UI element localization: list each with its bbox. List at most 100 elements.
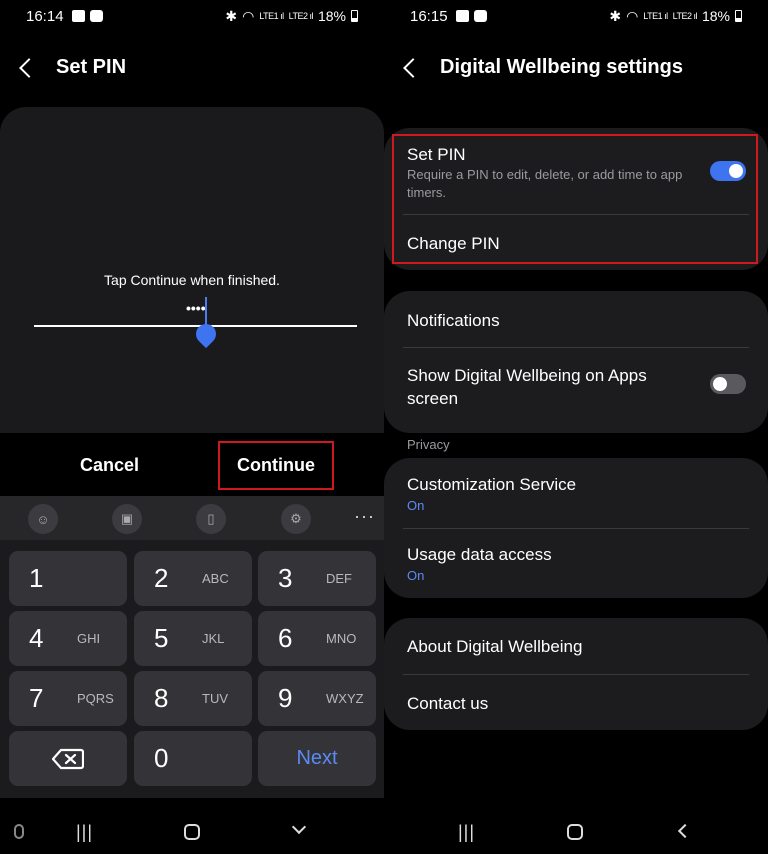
mic-icon[interactable] (14, 824, 24, 839)
key-number: 9 (278, 683, 293, 713)
key-9[interactable]: 9 WXYZ (258, 671, 376, 726)
back-icon[interactable] (403, 57, 423, 78)
back-nav-icon[interactable] (677, 823, 693, 839)
show-on-apps-item[interactable]: Show Digital Wellbeing on Apps screen (407, 364, 667, 410)
key-4[interactable]: 4 GHI (9, 611, 127, 666)
gallery-icon (455, 10, 469, 22)
contact-us-item[interactable]: Contact us (407, 694, 488, 714)
next-key[interactable]: Next (258, 731, 376, 786)
cancel-button[interactable]: Cancel (80, 455, 139, 476)
key-number: 6 (278, 623, 293, 653)
battery-percent: 18% (701, 8, 730, 24)
recents-icon[interactable]: ||| (76, 822, 93, 843)
privacy-card: Customization Service On Usage data acce… (384, 458, 768, 598)
page-title: Digital Wellbeing settings (440, 56, 683, 78)
page-title: Set PIN (56, 56, 127, 78)
key-letters: ABC (202, 571, 229, 586)
divider (403, 674, 749, 675)
settings-icon[interactable]: ⚙ (281, 504, 311, 534)
keyboard-toolbar: ☺ ▣ ▯ ⚙ ··· (0, 496, 384, 540)
back-icon[interactable] (19, 57, 39, 78)
divider (403, 528, 749, 529)
key-number: 0 (154, 743, 169, 773)
status-time: 16:15 (410, 7, 448, 25)
general-settings-card: Notifications Show Digital Wellbeing on … (384, 291, 768, 433)
signal-lte1-icon: LTE1 ıl (259, 11, 284, 21)
left-screen: 16:14 ✱ ◠ LTE1 ıl LTE2 ıl 18% Set PIN Ta… (0, 0, 384, 854)
key-number: 3 (278, 563, 293, 593)
notifications-item[interactable]: Notifications (407, 311, 500, 331)
navigation-bar: ||| (0, 810, 384, 854)
key-number: 8 (154, 683, 169, 713)
highlight-box (392, 134, 758, 264)
key-letters: TUV (202, 691, 228, 706)
next-label: Next (296, 747, 338, 769)
navigation-bar: ||| (384, 810, 768, 854)
signal-lte1-icon: LTE1 ıl (643, 11, 668, 21)
battery-icon (735, 10, 742, 22)
play-store-icon (89, 10, 103, 22)
recents-icon[interactable]: ||| (458, 822, 475, 843)
backspace-key[interactable] (9, 731, 127, 786)
bluetooth-icon: ✱ (609, 7, 622, 24)
status-bar: 16:15 ✱ ◠ LTE1 ıl LTE2 ıl 18% (384, 0, 768, 32)
bluetooth-icon: ✱ (225, 7, 238, 24)
header: Digital Wellbeing settings (403, 56, 683, 79)
key-5[interactable]: 5 JKL (134, 611, 252, 666)
clipboard-icon[interactable]: ▯ (196, 504, 226, 534)
battery-icon (351, 10, 358, 22)
pin-input-underline (34, 325, 357, 327)
action-row: Cancel Continue (0, 433, 384, 496)
wifi-icon: ◠ (626, 7, 639, 24)
header: Set PIN (19, 56, 127, 79)
hide-keyboard-icon[interactable] (291, 819, 307, 835)
about-item[interactable]: About Digital Wellbeing (407, 637, 582, 657)
about-card: About Digital Wellbeing Contact us (384, 618, 768, 730)
pin-panel (0, 107, 384, 433)
key-1[interactable]: 1 (9, 551, 127, 606)
signal-lte2-icon: LTE2 ıl (672, 11, 698, 21)
key-number: 5 (154, 623, 169, 653)
pin-input-dots[interactable]: •••• (186, 300, 206, 316)
continue-label: Continue (237, 455, 315, 475)
home-icon[interactable] (567, 824, 583, 840)
battery-percent: 18% (317, 8, 346, 24)
more-icon[interactable]: ··· (354, 506, 375, 527)
status-time: 16:14 (26, 7, 64, 25)
key-letters: GHI (77, 631, 101, 646)
usage-status: On (407, 568, 425, 583)
key-number: 2 (154, 563, 169, 593)
gallery-icon (71, 10, 85, 22)
key-letters: WXYZ (326, 691, 364, 706)
divider (403, 347, 749, 348)
key-6[interactable]: 6 MNO (258, 611, 376, 666)
sticker-icon[interactable]: ▣ (112, 504, 142, 534)
continue-button[interactable]: Continue (218, 441, 334, 490)
customization-service-item[interactable]: Customization Service (407, 475, 576, 495)
key-3[interactable]: 3 DEF (258, 551, 376, 606)
show-on-apps-toggle[interactable] (710, 374, 746, 394)
key-letters: JKL (202, 631, 225, 646)
key-2[interactable]: 2 ABC (134, 551, 252, 606)
home-icon[interactable] (184, 824, 200, 840)
key-7[interactable]: 7 PQRS (9, 671, 127, 726)
signal-lte2-icon: LTE2 ıl (288, 11, 314, 21)
key-0[interactable]: 0 (134, 731, 252, 786)
key-number: 1 (29, 563, 44, 593)
key-8[interactable]: 8 TUV (134, 671, 252, 726)
key-number: 4 (29, 623, 44, 653)
play-store-icon (473, 10, 487, 22)
status-bar: 16:14 ✱ ◠ LTE1 ıl LTE2 ıl 18% (0, 0, 384, 32)
privacy-section-label: Privacy (407, 437, 450, 452)
key-letters: PQRS (77, 691, 114, 706)
toggle-knob (713, 377, 727, 391)
numeric-keyboard: 1 2 ABC 3 DEF 4 GHI 5 JKL 6 MNO 7 PQRS 8 TUV 9 W… (0, 540, 384, 798)
wifi-icon: ◠ (242, 7, 255, 24)
pin-hint: Tap Continue when finished. (104, 272, 280, 288)
usage-data-access-item[interactable]: Usage data access (407, 545, 552, 565)
emoji-icon[interactable]: ☺ (28, 504, 58, 534)
key-letters: DEF (326, 571, 352, 586)
backspace-icon (52, 748, 84, 769)
key-number: 7 (29, 683, 44, 713)
text-cursor (205, 297, 207, 325)
